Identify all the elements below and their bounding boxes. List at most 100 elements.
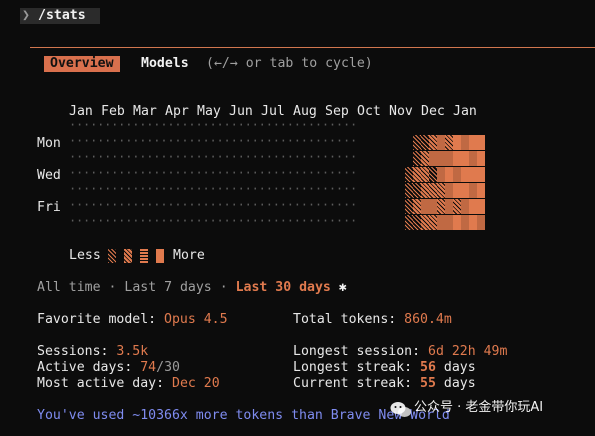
sessions-label: Sessions: [37,344,109,359]
total-tokens-value: 860.4m [404,312,452,327]
heatmap-cell [469,151,477,166]
sessions-value: 3.5k [116,344,149,359]
command-text: /stats [38,8,86,23]
range-selector: All time · Last 7 days · Last 30 days ✱ [37,280,347,296]
heatmap-cell [477,135,485,150]
divider [30,47,595,48]
longest-streak-value: 56 [420,360,436,375]
range-separator: · [219,280,228,295]
spinner-icon: ✱ [338,280,347,295]
range-last-7-days[interactable]: Last 7 days [124,280,211,295]
heatmap-empty-row: ········································… [69,150,358,164]
active-days-total: /30 [156,360,180,375]
heatmap-cell [453,135,461,150]
heatmap-cell [421,151,429,166]
active-days-value: 74 [140,360,157,375]
month-label: Oct [357,104,381,119]
current-streak-row: Current streak: 55 days [293,376,476,392]
heatmap-empty-row: ········································… [69,118,358,132]
current-streak-unit: days [443,376,476,391]
heatmap-cell [453,151,461,166]
legend-swatch [156,249,164,263]
heatmap-cell [445,167,453,182]
heatmap-cell [461,151,469,166]
heatmap-cell [421,183,429,198]
heatmap-cell [477,199,485,214]
legend-swatch [108,249,116,263]
heatmap-cell [429,183,437,198]
range-all-time[interactable]: All time [37,280,101,295]
heatmap-cell [453,215,461,230]
legend-less: Less [69,248,101,263]
tab-models[interactable]: Models [141,56,189,72]
favorite-model-value: Opus 4.5 [164,312,228,327]
day-label-fri: Fri [37,200,61,215]
most-active-day-row: Most active day: Dec 20 [37,376,220,392]
heatmap-cell [469,135,477,150]
heatmap-cell [437,167,445,182]
heatmap-cell [437,199,445,214]
prompt-chevron-icon: ❯ [22,8,30,23]
day-label-mon: Mon [37,136,61,151]
heatmap-cell [421,199,429,214]
day-label-wed: Wed [37,168,61,183]
active-days-row: Active days: 74/30 [37,360,180,376]
heatmap-cell [429,151,437,166]
heatmap-cell [437,135,445,150]
heatmap-cell [477,215,485,230]
heatmap-cell [445,215,453,230]
heatmap-cell [413,215,421,230]
favorite-model-row: Favorite model: Opus 4.5 [37,312,228,328]
heatmap-empty-row: ········································… [69,198,358,212]
heatmap-empty-row: ········································… [69,134,358,148]
heatmap-cell [477,167,485,182]
heatmap-cell [453,183,461,198]
heatmap-cell [453,199,461,214]
heatmap-cell [469,215,477,230]
heatmap-cell [461,135,469,150]
favorite-model-label: Favorite model: [37,312,157,327]
sessions-row: Sessions: 3.5k [37,344,148,360]
fun-fact-text: You've used ~10366x more tokens than Bra… [37,408,450,423]
legend-more: More [173,248,205,263]
heatmap-empty-row: ········································… [69,166,358,180]
heatmap-cell [445,199,453,214]
month-label: Nov [389,104,413,119]
heatmap-empty-row: ········································… [69,214,358,228]
heatmap-cell [429,215,437,230]
total-tokens-label: Total tokens: [293,312,397,327]
heatmap-cell [477,183,485,198]
heatmap-cell [413,183,421,198]
tab-hint: (←/→ or tab to cycle) [206,56,373,71]
heatmap-empty-row: ········································… [69,182,358,196]
longest-streak-row: Longest streak: 56 days [293,360,476,376]
watermark-text: 公众号 · 老金带你玩AI [414,400,544,415]
range-separator: · [108,280,117,295]
heatmap-cell [453,167,461,182]
heatmap-cell [461,199,469,214]
longest-session-row: Longest session: 6d 22h 49m [293,344,507,360]
heatmap-cell [429,167,437,182]
current-streak-value: 55 [420,376,436,391]
tab-overview[interactable]: Overview [44,56,120,72]
most-active-day-label: Most active day: [37,376,165,391]
heatmap-cell [445,151,453,166]
heatmap-cell [437,151,445,166]
heatmap-cell [413,199,421,214]
heatmap-cell [461,215,469,230]
heatmap-cell [445,183,453,198]
month-label: Jan [453,104,477,119]
heatmap-cell [405,199,413,214]
heatmap-cell [405,183,413,198]
current-streak-label: Current streak: [293,376,413,391]
range-last-30-days[interactable]: Last 30 days [236,280,331,295]
longest-session-label: Longest session: [293,344,421,359]
heatmap-cell [469,183,477,198]
heatmap-cell [413,167,421,182]
heatmap-cell [429,199,437,214]
heatmap-cell [405,215,413,230]
heatmap-cell [445,135,453,150]
active-days-label: Active days: [37,360,133,375]
heatmap-cell [421,135,429,150]
heatmap-cell [477,151,485,166]
